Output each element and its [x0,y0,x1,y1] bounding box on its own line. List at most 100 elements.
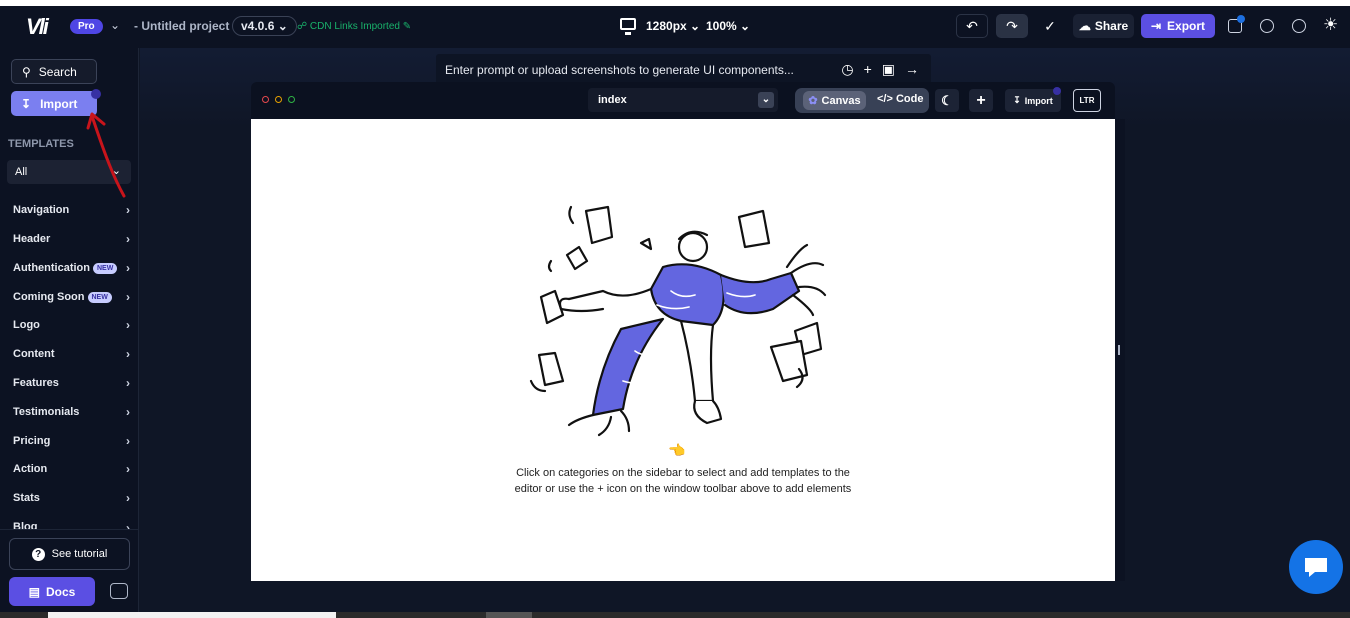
cdn-status[interactable]: ☍ CDN Links Imported ✎ [297,21,411,32]
app-logo[interactable]: Vli [26,14,49,40]
taskbar-segment [48,612,336,618]
sidebar-item-label: Header [13,233,51,245]
sidebar-item-logo[interactable]: Logo › [13,318,130,332]
close-circle-icon[interactable] [1292,19,1306,33]
sidebar-item-label: Features [13,377,59,389]
zoom-label: 100% [706,19,737,33]
history-icon[interactable]: ◷ [841,61,853,78]
notification-dot [1237,15,1245,23]
chat-icon[interactable] [110,583,128,599]
empty-state-caption: Click on categories on the sidebar to se… [251,465,1115,497]
chevron-right-icon: › [126,232,130,246]
window-maximize-dot[interactable] [288,96,295,103]
preview-play-icon[interactable] [1260,19,1274,33]
chevron-down-icon: ⌄ [758,92,774,108]
docs-label: Docs [46,584,76,599]
sidebar-item-stats[interactable]: Stats › [13,491,130,505]
chevron-right-icon: › [126,521,130,529]
see-tutorial-button[interactable]: ? See tutorial [9,538,130,570]
sidebar-item-pricing[interactable]: Pricing › [13,434,130,448]
design-canvas[interactable]: 👈 Click on categories on the sidebar to … [251,119,1115,581]
chevron-right-icon: › [126,290,130,304]
chevron-right-icon: › [126,261,130,275]
resize-handle[interactable] [1118,345,1120,355]
template-filter-value: All [15,166,28,178]
sidebar-item-content[interactable]: Content › [13,347,130,361]
desktop-device-icon[interactable] [620,18,636,35]
view-toggle: ✿ Canvas </> Code [795,88,929,113]
import-icon: ↧ [21,96,32,111]
chevron-right-icon: › [126,203,130,217]
chevron-right-icon: › [126,318,130,332]
undo-button[interactable]: ↶ [956,14,988,38]
sidebar-item-header[interactable]: Header › [13,232,130,246]
add-element-button[interactable]: + [969,89,993,112]
share-label: Share [1094,19,1129,33]
docs-button[interactable]: ▤ Docs [9,577,95,606]
chevron-right-icon: › [126,434,130,448]
chevron-right-icon: › [126,491,130,505]
code-label: Code [895,93,924,105]
image-icon[interactable]: ▣ [882,61,895,78]
sidebar-item-features[interactable]: Features › [13,376,130,390]
code-tab[interactable]: </> Code [877,93,923,105]
sidebar-divider [0,529,139,530]
window-toolbar: index ⌄ ✿ Canvas </> Code ☾ + ↧ Import LTR [251,82,1115,119]
sidebar-item-blog[interactable]: Blog › [13,521,130,529]
arrow-right-icon[interactable]: → [905,61,919,78]
prompt-input[interactable]: Enter prompt or upload screenshots to ge… [436,54,931,85]
canvas-icon: ✿ [808,95,818,107]
pointing-hand-icon: 👈 [668,442,686,458]
sun-theme-icon[interactable]: ☀ [1323,15,1338,35]
tutorial-label: See tutorial [51,548,108,560]
page-select[interactable]: index ⌄ [588,88,778,112]
plus-icon[interactable]: + [864,61,872,78]
check-circle-icon[interactable]: ✓ [1034,14,1066,38]
redo-button[interactable]: ↷ [996,14,1028,38]
sidebar-item-label: Action [13,463,48,475]
sidebar-item-label: Blog [13,521,38,529]
export-icon: ⇥ [1150,19,1162,33]
zoom-selector[interactable]: 100% ⌄ [706,19,750,33]
chat-bubble-icon [1305,558,1327,577]
share-button[interactable]: ☁ Share [1073,14,1134,38]
templates-heading: TEMPLATES [8,138,74,150]
export-label: Export [1167,19,1206,33]
cdn-status-label: CDN Links Imported [309,21,400,32]
taskbar-segment [486,612,532,618]
chevron-down-icon[interactable]: ⌄ [110,18,120,32]
support-chat-button[interactable] [1289,540,1343,594]
sidebar-item-testimonials[interactable]: Testimonials › [13,405,130,419]
new-badge: NEW [87,291,112,303]
window-close-dot[interactable] [262,96,269,103]
canvas-label: Canvas [821,94,861,107]
canvas-tab[interactable]: ✿ Canvas [803,91,866,110]
import-indicator-dot [1053,87,1061,95]
undo-icon: ↶ [966,17,978,34]
empty-state-illustration [529,205,827,437]
direction-toggle[interactable]: LTR [1073,89,1101,112]
sidebar-item-label: Testimonials [13,406,80,418]
version-label: v4.0.6 [241,19,275,33]
export-button[interactable]: ⇥ Export [1141,14,1215,38]
prompt-placeholder: Enter prompt or upload screenshots to ge… [445,62,794,77]
caption-line-1: Click on categories on the sidebar to se… [516,467,850,479]
version-selector[interactable]: v4.0.6 ⌄ [232,16,297,36]
sidebar-item-navigation[interactable]: Navigation › [13,203,130,217]
redo-icon: ↷ [1006,17,1018,34]
sidebar-item-coming-soon[interactable]: Coming Soon NEW › [13,290,130,304]
project-title[interactable]: - Untitled project [134,19,229,33]
page-name: index [598,94,627,106]
sidebar-item-label: Coming Soon [13,291,85,303]
sidebar-item-label: Stats [13,492,40,504]
search-button[interactable]: ⚲ Search [11,59,97,84]
cloud-upload-icon: ☁ [1078,19,1091,33]
resolution-selector[interactable]: 1280px ⌄ [646,19,700,33]
resolution-label: 1280px [646,19,687,33]
window-minimize-dot[interactable] [275,96,282,103]
sidebar-item-action[interactable]: Action › [13,462,130,476]
sidebar-item-label: Pricing [13,435,51,447]
chevron-right-icon: › [126,376,130,390]
sidebar-item-authentication[interactable]: Authentication NEW › [13,261,130,275]
dark-mode-toggle[interactable]: ☾ [935,89,959,112]
